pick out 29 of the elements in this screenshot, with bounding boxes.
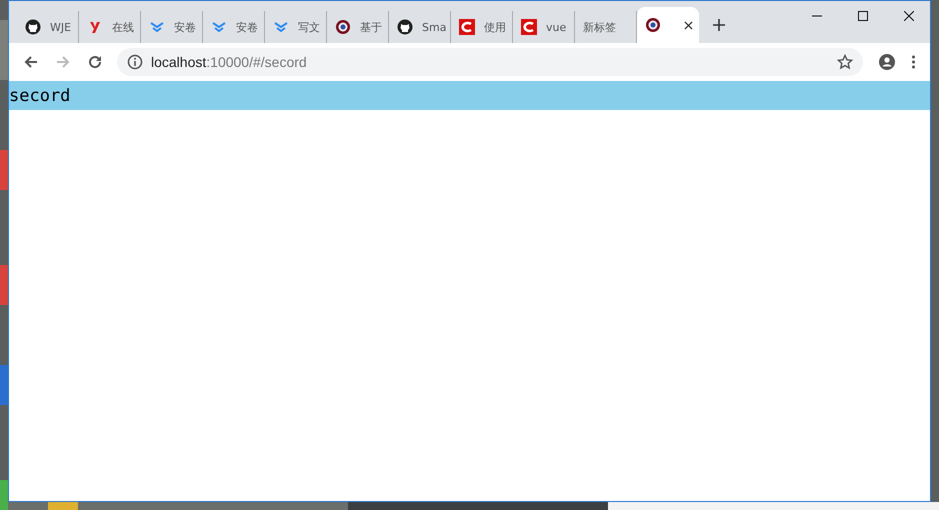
browser-tab[interactable] — [637, 7, 699, 43]
letter-c-icon — [459, 19, 475, 35]
back-arrow-icon[interactable] — [23, 54, 39, 70]
letter-y-icon — [87, 19, 103, 35]
shield-icon — [645, 17, 661, 33]
tab-title: 新标签 — [583, 20, 616, 34]
tab-title: WJE — [50, 20, 72, 34]
shield-icon — [335, 19, 351, 35]
tab-title: vue — [546, 20, 566, 34]
letter-c-icon — [521, 19, 537, 35]
close-icon[interactable] — [904, 11, 914, 21]
tab-title: 在线 — [112, 20, 134, 34]
tab-title: Sma — [422, 20, 446, 34]
menu-icon[interactable] — [911, 54, 916, 70]
star-icon[interactable] — [837, 54, 853, 70]
tab-title: 基于 — [360, 20, 382, 34]
tab-title: 安卷 — [236, 20, 258, 34]
maximize-icon[interactable] — [858, 11, 868, 21]
reload-icon[interactable] — [87, 54, 103, 70]
tab-title: 写文 — [298, 20, 320, 34]
tab-title: 安卷 — [174, 20, 196, 34]
address-bar[interactable]: localhost:10000/#/secord — [117, 48, 863, 76]
page-heading: secord — [9, 86, 70, 106]
account-icon[interactable] — [879, 54, 895, 70]
tab-title: 使用 — [484, 20, 506, 34]
info-icon[interactable] — [127, 54, 143, 70]
url-text: localhost:10000/#/secord — [151, 54, 307, 70]
new-tab-icon[interactable] — [713, 19, 725, 31]
close-icon[interactable] — [684, 20, 693, 30]
